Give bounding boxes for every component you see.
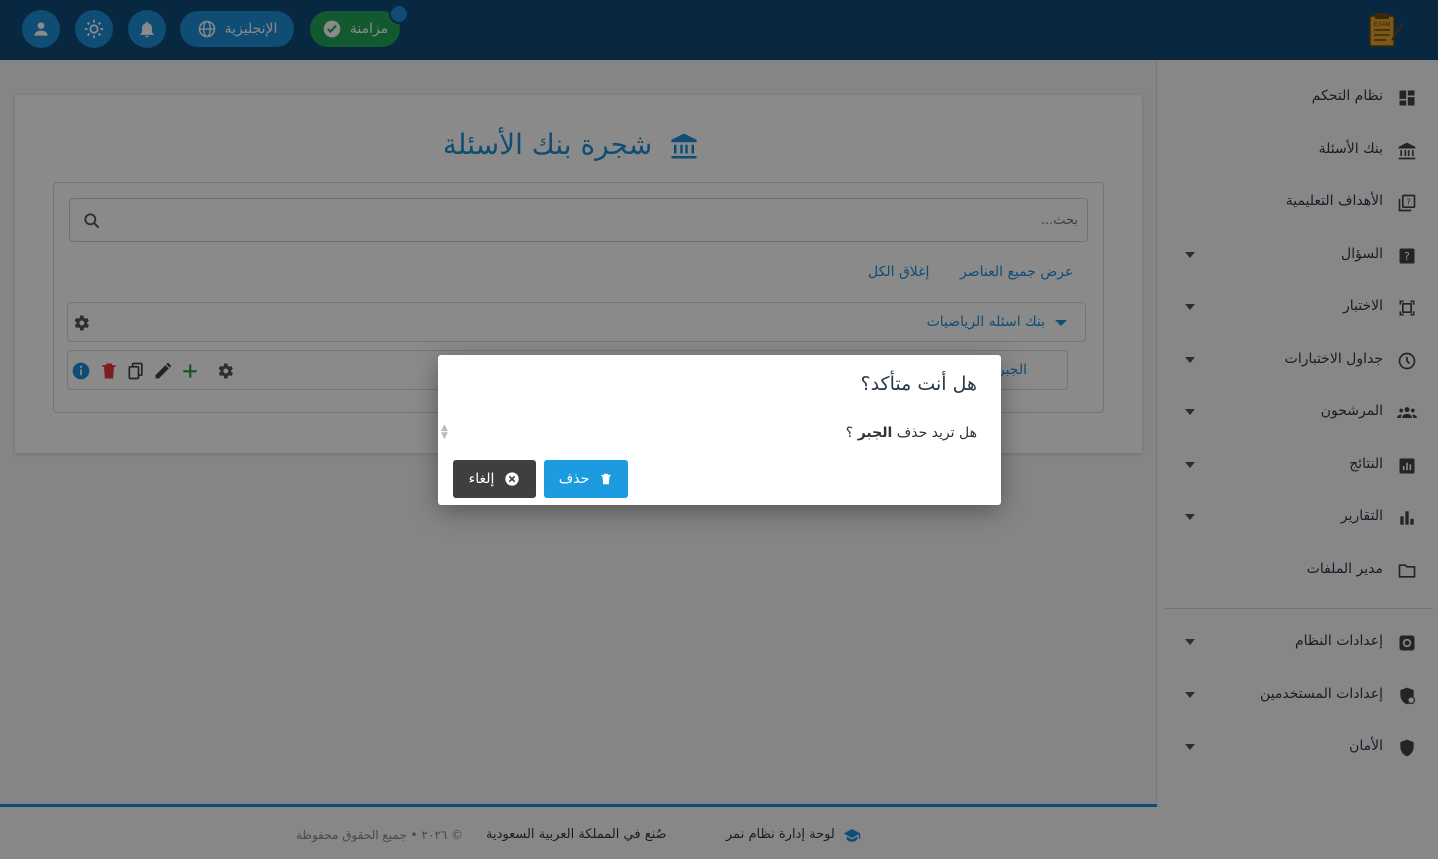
close-circle-icon bbox=[505, 472, 520, 486]
cancel-button[interactable]: إلغاء bbox=[453, 460, 536, 498]
resize-handle-icon[interactable]: ▲ ▼ bbox=[441, 424, 448, 441]
dialog-message-item: الجبر bbox=[857, 425, 893, 441]
dialog-message: هل تريد حذف الجبر ؟ bbox=[846, 425, 977, 441]
trash-icon bbox=[601, 473, 611, 485]
delete-button-label: حذف bbox=[558, 471, 590, 487]
confirm-delete-dialog: هل أنت متأكد؟ هل تريد حذف الجبر ؟ ▲ ▼ حذف… bbox=[438, 355, 1001, 505]
dialog-title: هل أنت متأكد؟ bbox=[860, 373, 977, 395]
delete-button[interactable]: حذف bbox=[544, 460, 628, 498]
dialog-message-suffix: ؟ bbox=[845, 425, 854, 441]
dialog-message-prefix: هل تريد حذف bbox=[896, 425, 977, 441]
cancel-button-label: إلغاء bbox=[468, 471, 495, 487]
